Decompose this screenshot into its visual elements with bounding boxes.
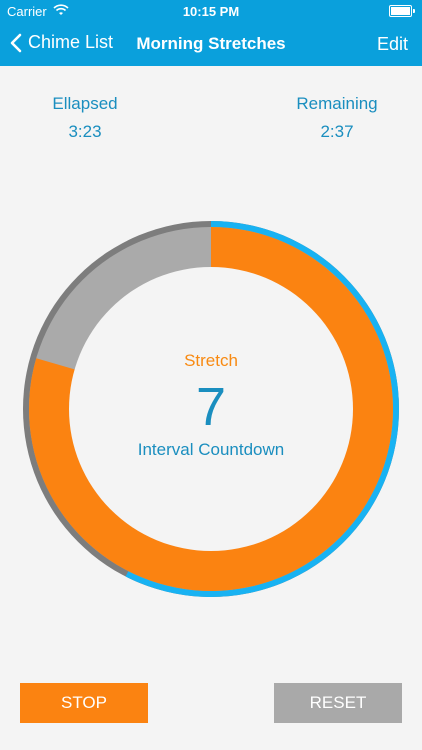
edit-button[interactable]: Edit [377, 34, 408, 55]
page-title: Morning Stretches [136, 34, 286, 53]
top-bar: Carrier 10:15 PM Chime List Morning Stre… [0, 0, 422, 66]
countdown-caption: Interval Countdown [137, 440, 285, 459]
reset-button[interactable]: RESET [274, 683, 402, 723]
remaining-label: Remaining [296, 94, 378, 113]
remaining-value: 2:37 [320, 122, 354, 141]
elapsed-stat: Ellapsed 3:23 [40, 94, 130, 142]
status-bar: Carrier 10:15 PM [0, 0, 422, 22]
stop-button[interactable]: STOP [20, 683, 148, 723]
elapsed-value: 3:23 [68, 122, 102, 141]
status-time: 10:15 PM [182, 4, 240, 19]
elapsed-label: Ellapsed [52, 94, 118, 113]
countdown-value: 7 [195, 377, 227, 437]
battery-icon [389, 5, 415, 17]
remaining-stat: Remaining 2:37 [287, 94, 387, 142]
navigation-bar: Chime List Morning Stretches Edit [0, 22, 422, 66]
interval-name: Stretch [184, 351, 238, 370]
